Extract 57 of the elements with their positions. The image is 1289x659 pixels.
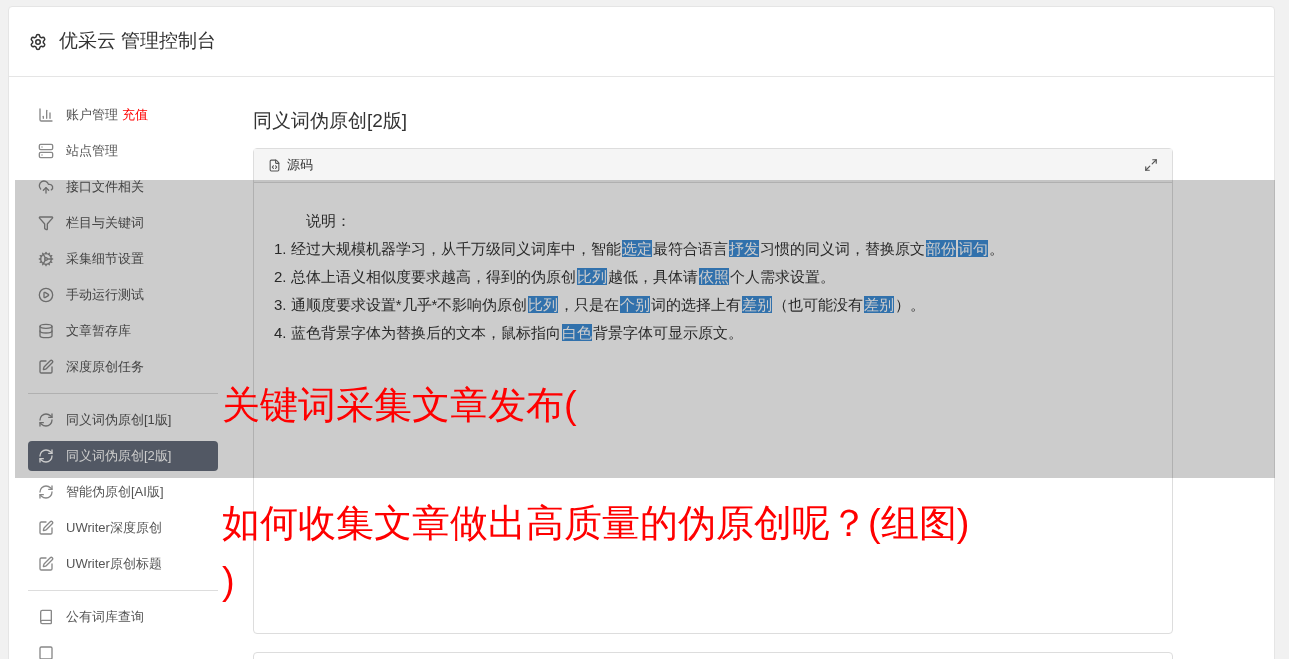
- sidebar-item[interactable]: 账户管理 充值: [28, 100, 218, 130]
- refresh-icon: [38, 484, 54, 500]
- sidebar-label: 公有词库查询: [66, 608, 144, 627]
- refresh-icon: [38, 448, 54, 464]
- sidebar-label: 同义词伪原创[2版]: [66, 447, 172, 466]
- sidebar-item[interactable]: UWriter深度原创: [28, 513, 218, 543]
- bar-chart-icon: [38, 107, 54, 123]
- sidebar-item[interactable]: 站点管理: [28, 136, 218, 166]
- sidebar-item[interactable]: 智能伪原创[AI版]: [28, 477, 218, 507]
- sidebar-label: UWriter原创标题: [66, 555, 162, 574]
- sidebar-item[interactable]: 手动运行测试: [28, 280, 218, 310]
- console-title: 优采云 管理控制台: [59, 29, 217, 54]
- sidebar-item[interactable]: UWriter原创标题: [28, 549, 218, 579]
- sidebar-label: UWriter深度原创: [66, 519, 162, 538]
- database-icon: [38, 323, 54, 339]
- sidebar-item[interactable]: 接口文件相关: [28, 172, 218, 202]
- edit-icon: [38, 359, 54, 375]
- cloud-upload-icon: [38, 179, 54, 195]
- refresh-icon: [38, 412, 54, 428]
- sidebar-label: 账户管理: [66, 106, 118, 125]
- sidebar-item[interactable]: 公有词库查询: [28, 602, 218, 632]
- recharge-link[interactable]: 充值: [122, 105, 148, 125]
- settings-icon: [29, 32, 47, 51]
- source-button[interactable]: 源码: [287, 155, 313, 175]
- article-title-text: 如何收集文章做出高质量的伪原创呢？(组图): [222, 501, 970, 546]
- edit-icon: [38, 556, 54, 572]
- page-title: 同义词伪原创[2版]: [253, 109, 409, 133]
- sidebar-label: 采集细节设置: [66, 250, 144, 269]
- sidebar-item[interactable]: 栏目与关键词: [28, 208, 218, 238]
- fullscreen-icon[interactable]: [1144, 158, 1158, 172]
- sidebar-label: 栏目与关键词: [66, 214, 144, 233]
- book-icon: [38, 609, 54, 625]
- sidebar-label: 接口文件相关: [66, 178, 144, 197]
- play-icon: [38, 287, 54, 303]
- server-icon: [38, 143, 54, 159]
- sidebar-label: 智能伪原创[AI版]: [66, 483, 164, 502]
- sidebar-label: 深度原创任务: [66, 358, 144, 377]
- gears-icon: [38, 251, 54, 267]
- filter-icon: [38, 215, 54, 231]
- sidebar-item[interactable]: 同义词伪原创[1版]: [28, 405, 218, 435]
- sidebar-label: 文章暂存库: [66, 322, 131, 341]
- sidebar-label: 站点管理: [66, 142, 118, 161]
- sidebar-label: 同义词伪原创[1版]: [66, 411, 172, 430]
- explanation-line: 1. 经过大规模机器学习，从千万级同义词库中，智能选定最符合语言抒发习惯的同义词，替换原文部份词句。: [274, 238, 1004, 259]
- article-title-text: ): [222, 559, 235, 604]
- edit-icon: [38, 520, 54, 536]
- sidebar-item[interactable]: 同义词伪原创[2版]: [28, 441, 218, 471]
- source-code-icon[interactable]: [268, 158, 281, 172]
- sidebar-item[interactable]: 深度原创任务: [28, 352, 218, 382]
- article-title-text: 关键词采集文章发布(: [222, 383, 577, 428]
- sidebar-label: 手动运行测试: [66, 286, 144, 305]
- sidebar-item[interactable]: 采集细节设置: [28, 244, 218, 274]
- explanation-heading: 说明：: [305, 210, 351, 231]
- explanation-line: 2. 总体上语义相似度要求越高，得到的伪原创比列越低，具体请依照个人需求设置。: [274, 266, 835, 287]
- sidebar-item[interactable]: 文章暂存库: [28, 316, 218, 346]
- explanation-line: 3. 通顺度要求设置*几乎*不影响伪原创比列，只是在个别词的选择上有差别（也可能没有差别）。: [274, 294, 926, 315]
- explanation-line: 4. 蓝色背景字体为替换后的文本，鼠标指向 白色背景字体可显示原文。: [274, 322, 743, 343]
